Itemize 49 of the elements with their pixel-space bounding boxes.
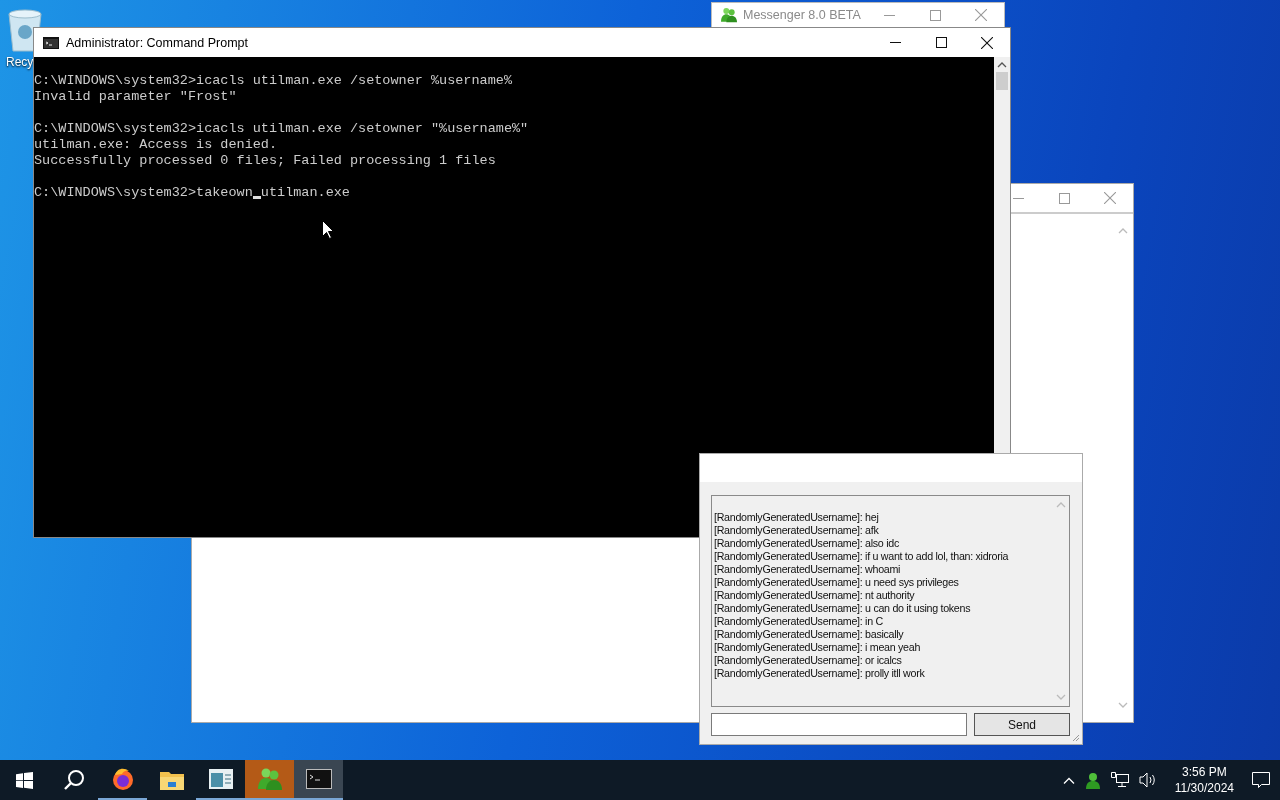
console-line: C:\WINDOWS\system32>icacls utilman.exe /setowner %username% — [34, 73, 513, 89]
maximize-icon — [1058, 192, 1070, 204]
chat-message: [RandomlyGeneratedUsername]: hej — [714, 511, 880, 524]
console-line: Invalid parameter "Frost" — [34, 89, 238, 105]
folder-icon — [159, 770, 184, 790]
clock-date[interactable]: 11/30/2024 — [1174, 780, 1234, 796]
windows-icon — [16, 771, 33, 789]
chat-message: [RandomlyGeneratedUsername]: afk — [714, 524, 880, 537]
browser-icon — [110, 767, 135, 791]
taskbar-button[interactable] — [294, 760, 343, 800]
clock-time[interactable]: 3:56 PM — [1182, 764, 1227, 780]
chat-message: [RandomlyGeneratedUsername]: whoami — [714, 563, 902, 576]
chat-message: [RandomlyGeneratedUsername]: u can do it using tokens — [714, 602, 972, 615]
close-icon — [981, 36, 993, 49]
chat-message: [RandomlyGeneratedUsername]: also idc — [714, 537, 900, 550]
network-icon[interactable] — [1110, 772, 1129, 788]
people-icon — [720, 7, 738, 23]
window-title: Messenger 8.0 BETA — [743, 8, 861, 22]
console-line: C:\WINDOWS\system32>takeown utilman.exe — [34, 185, 351, 201]
message-input[interactable] — [711, 713, 967, 736]
chat-message: [RandomlyGeneratedUsername]: basically — [714, 628, 905, 641]
chat-message: [RandomlyGeneratedUsername]: u need sys privileges — [714, 576, 960, 589]
send-button[interactable]: Send — [974, 713, 1070, 736]
resize-grip-icon[interactable] — [1072, 734, 1080, 742]
scrollbar-thumb[interactable] — [996, 72, 1008, 90]
chat-message: [RandomlyGeneratedUsername]: or icalcs — [714, 654, 903, 667]
window-app-icon — [208, 769, 233, 789]
people-icon — [256, 767, 283, 791]
chat-message: [RandomlyGeneratedUsername]: if u want to add lol, than: xidroria — [714, 550, 1010, 563]
window-title: Administrator: Command Prompt — [66, 35, 248, 50]
maximize-icon — [935, 37, 947, 48]
notification-icon[interactable] — [1252, 771, 1270, 789]
maximize-icon — [929, 9, 941, 21]
close-icon — [1104, 192, 1116, 204]
console-icon — [43, 36, 59, 49]
chat-message: [RandomlyGeneratedUsername]: nt authority — [714, 589, 916, 602]
console-line: utilman.exe: Access is denied. — [34, 137, 279, 153]
person-icon[interactable] — [1084, 771, 1101, 789]
search-icon — [62, 769, 85, 791]
console-icon — [305, 769, 332, 789]
volume-icon[interactable] — [1138, 772, 1157, 788]
chat-message: [RandomlyGeneratedUsername]: i mean yeah — [714, 641, 922, 654]
console-line: Successfully processed 0 files; Failed processing 1 files — [34, 153, 497, 169]
chat-message: [RandomlyGeneratedUsername]: prolly itll work — [714, 667, 926, 680]
chevron-up-icon[interactable] — [1062, 776, 1075, 784]
mouse-cursor-icon — [322, 220, 334, 239]
close-icon — [975, 9, 987, 21]
chat-message: [RandomlyGeneratedUsername]: in C — [714, 615, 884, 628]
console-line: C:\WINDOWS\system32>icacls utilman.exe /setowner "%username%" — [34, 121, 530, 137]
